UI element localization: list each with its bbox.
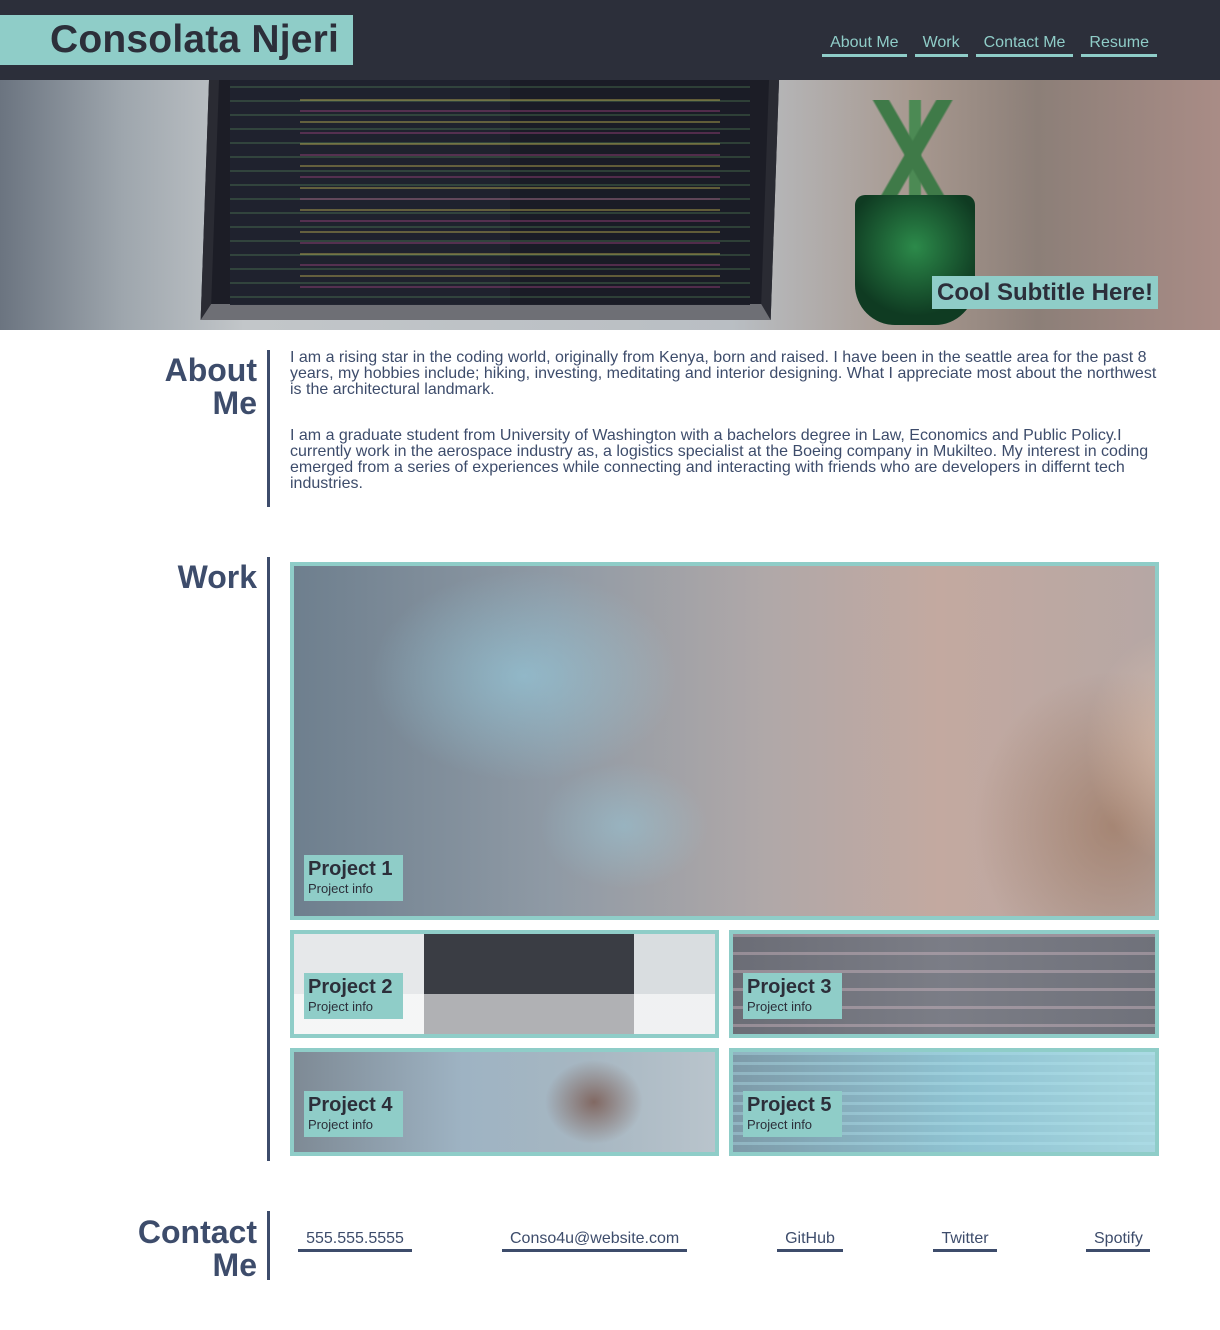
about-title: About Me: [57, 354, 257, 420]
project-3-label: Project 3 Project info: [743, 973, 843, 1019]
hero-plant-leaves: [830, 100, 1000, 210]
site-name: Consolata Njeri: [50, 18, 340, 61]
nav-resume[interactable]: Resume: [1081, 34, 1157, 57]
project-2-label: Project 2 Project info: [304, 973, 404, 1019]
hero-code-lines: [300, 90, 720, 290]
project-card-2[interactable]: Project 2 Project info: [290, 930, 719, 1038]
hero-image: Cool Subtitle Here!: [0, 80, 1220, 330]
project-5-title: Project 5: [747, 1094, 832, 1116]
nav-about-me[interactable]: About Me: [822, 34, 907, 57]
project-5-label: Project 5 Project info: [743, 1091, 843, 1137]
project-1-title: Project 1: [308, 858, 393, 880]
about-title-line2: Me: [212, 385, 257, 421]
contact-twitter-link[interactable]: Twitter: [933, 1230, 997, 1252]
contact-title: Contact Me: [57, 1216, 257, 1282]
project-2-info: Project info: [308, 999, 374, 1014]
hero-subtitle: Cool Subtitle Here!: [931, 276, 1158, 309]
about-paragraph-2: I am a graduate student from University …: [290, 427, 1149, 492]
project-1-info: Project info: [308, 881, 374, 896]
project-4-title: Project 4: [308, 1094, 393, 1116]
nav-work[interactable]: Work: [914, 34, 968, 57]
brand-block: Consolata Njeri: [0, 15, 353, 65]
main-nav: About Me Work Contact Me Resume: [822, 34, 1157, 57]
project-2-title: Project 2: [308, 976, 393, 998]
contact-divider: [267, 1211, 270, 1280]
project-4-label: Project 4 Project info: [304, 1091, 404, 1137]
about-divider: [267, 350, 270, 507]
work-title: Work: [177, 559, 257, 595]
contact-spotify-link[interactable]: Spotify: [1086, 1230, 1150, 1252]
project-4-info: Project info: [308, 1117, 374, 1132]
project-5-info: Project info: [747, 1117, 813, 1132]
contact-phone-link[interactable]: 555.555.5555: [298, 1230, 412, 1252]
about-paragraph-1: I am a rising star in the coding world, …: [290, 349, 1157, 398]
site-header: Consolata Njeri About Me Work Contact Me…: [0, 0, 1220, 80]
contact-github-link[interactable]: GitHub: [777, 1230, 843, 1252]
project-card-1[interactable]: Project 1 Project info: [290, 562, 1159, 920]
project-3-info: Project info: [747, 999, 813, 1014]
nav-contact-me[interactable]: Contact Me: [975, 34, 1074, 57]
about-title-line1: About: [164, 352, 257, 388]
project-1-label: Project 1 Project info: [304, 855, 404, 901]
project-card-3[interactable]: Project 3 Project info: [729, 930, 1159, 1038]
work-divider: [267, 557, 270, 1161]
contact-title-line2: Me: [212, 1247, 257, 1283]
contact-email-link[interactable]: Conso4u@website.com: [502, 1230, 687, 1252]
project-1-image: [294, 566, 1155, 916]
contact-title-line1: Contact: [137, 1214, 257, 1250]
project-card-5[interactable]: Project 5 Project info: [729, 1048, 1159, 1156]
project-card-4[interactable]: Project 4 Project info: [290, 1048, 719, 1156]
project-3-title: Project 3: [747, 976, 832, 998]
